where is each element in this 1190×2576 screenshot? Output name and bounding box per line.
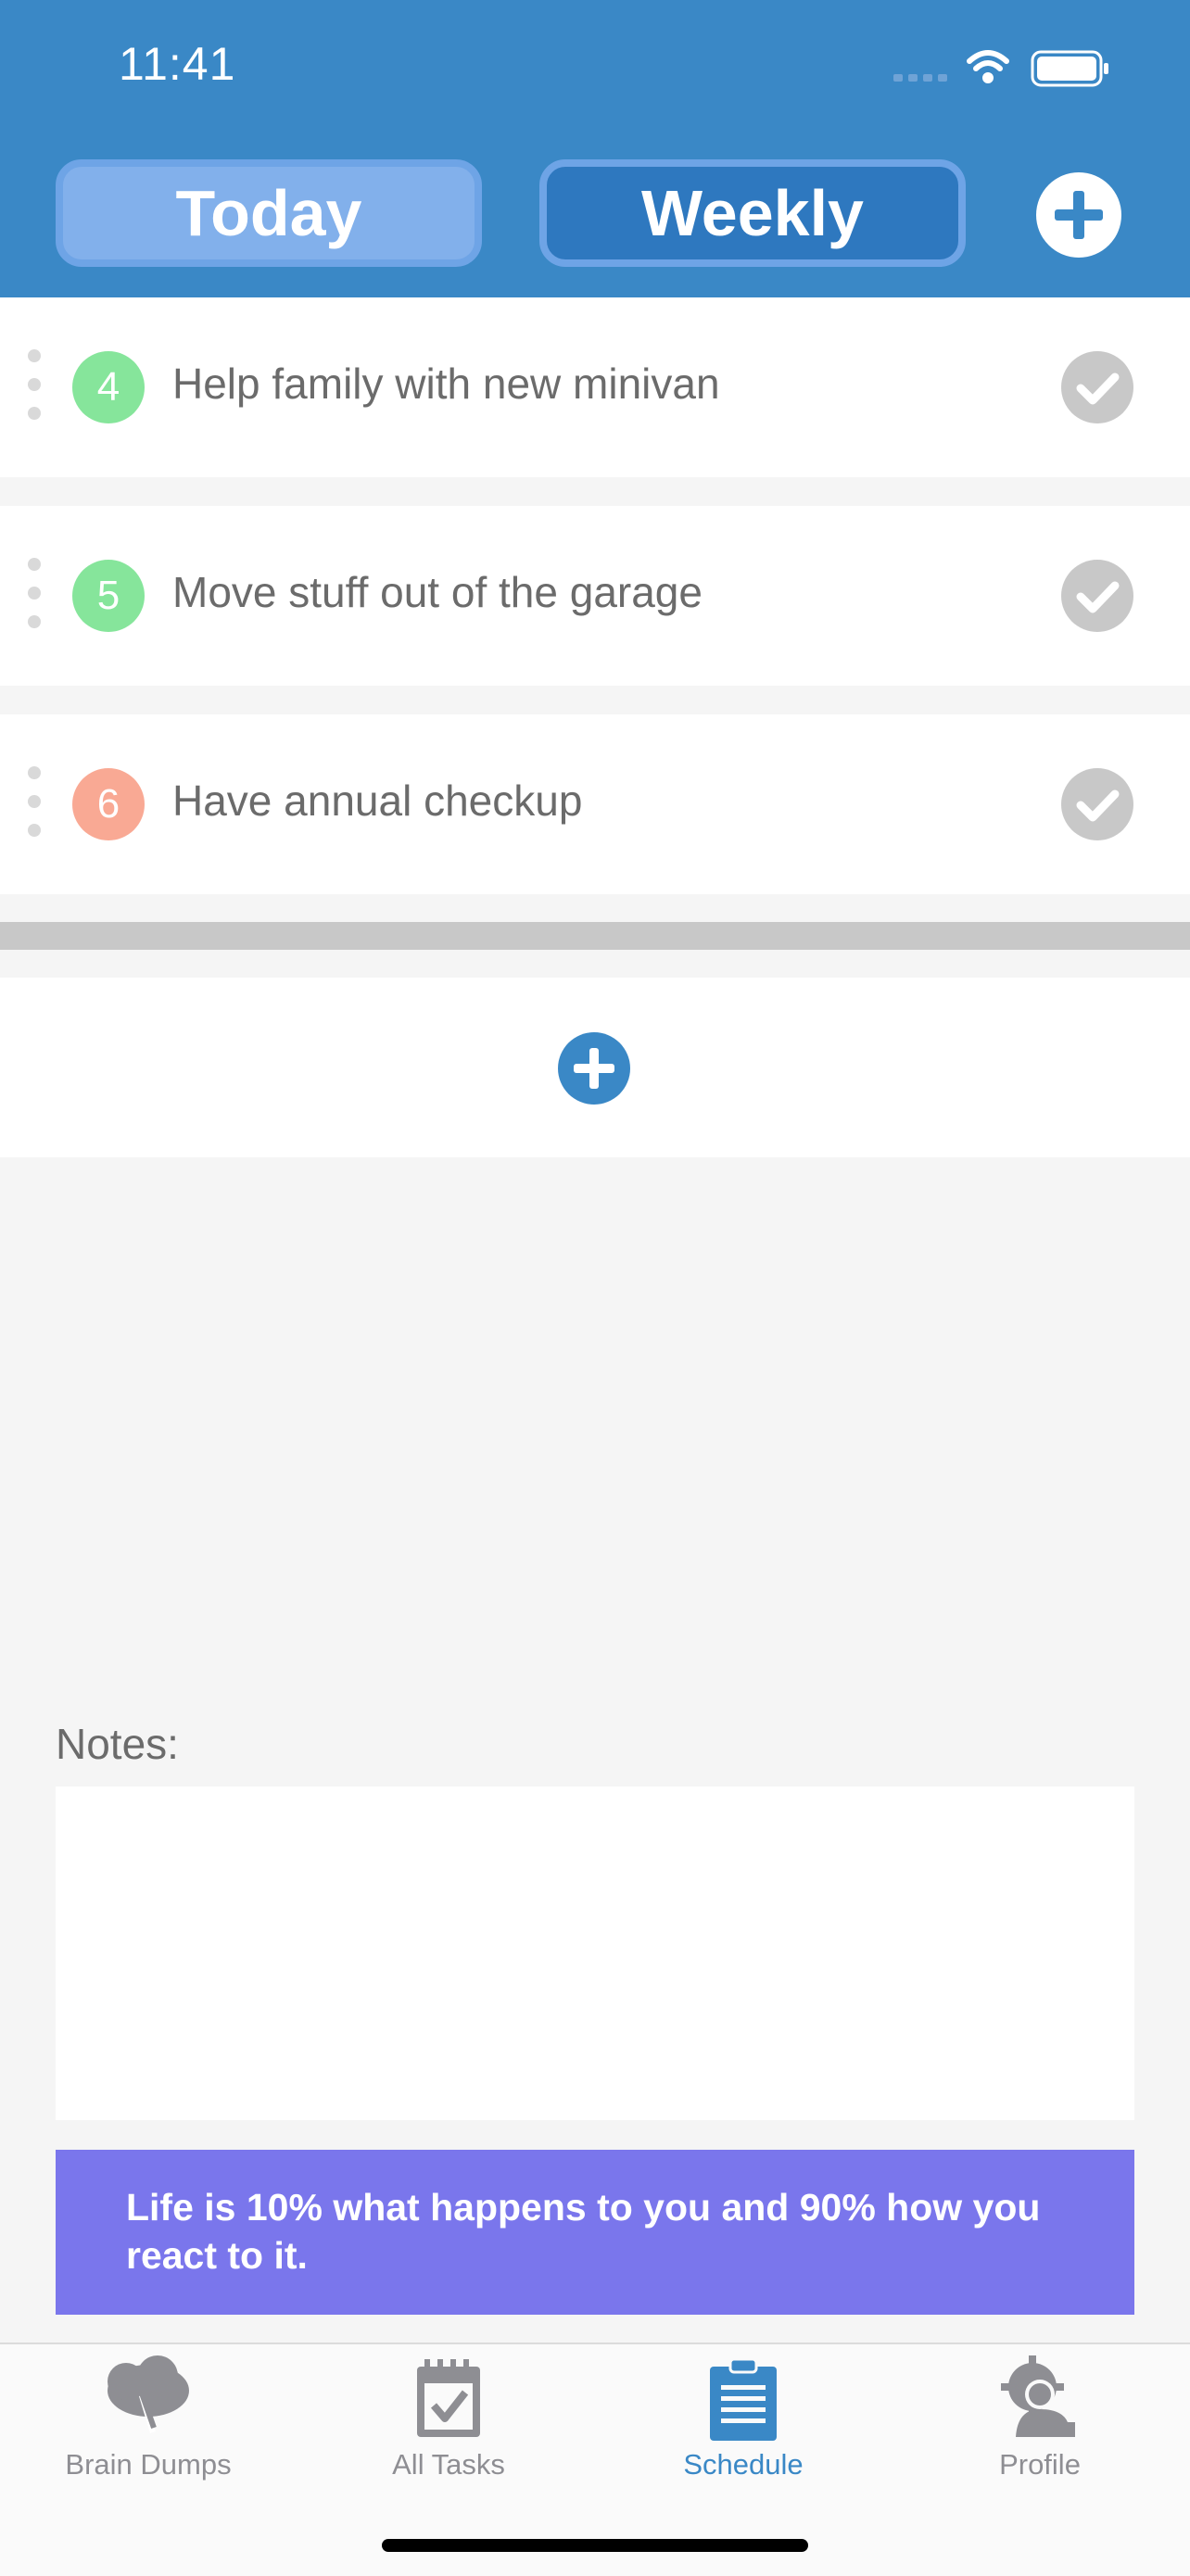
task-number-badge: 6 xyxy=(72,768,145,840)
add-circle-icon[interactable] xyxy=(558,1032,630,1105)
task-number-badge: 5 xyxy=(72,560,145,632)
tab-profile[interactable]: Profile xyxy=(919,2354,1160,2493)
brain-icon xyxy=(108,2355,189,2433)
status-icons xyxy=(893,50,1108,87)
task-title: Move stuff out of the garage xyxy=(172,568,703,616)
checkmark-icon[interactable] xyxy=(1061,560,1133,632)
home-indicator xyxy=(382,2539,808,2552)
tab-schedule[interactable]: Schedule xyxy=(623,2354,864,2493)
tab-weekly-label: Weekly xyxy=(641,177,864,249)
status-time: 11:41 xyxy=(119,38,236,90)
tab-weekly[interactable]: Weekly xyxy=(539,159,966,267)
drag-handle-icon[interactable] xyxy=(28,349,43,423)
task-number-badge: 4 xyxy=(72,351,145,423)
tab-label: Profile xyxy=(999,2448,1081,2481)
signal-icon xyxy=(893,74,947,82)
clipboard-icon xyxy=(710,2357,777,2441)
tab-today[interactable]: Today xyxy=(56,159,482,267)
section-divider xyxy=(0,922,1190,950)
task-title: Help family with new minivan xyxy=(172,360,720,408)
wifi-icon xyxy=(967,50,1009,83)
task-row[interactable]: 5 Move stuff out of the garage xyxy=(0,506,1190,686)
tab-all-tasks[interactable]: All Tasks xyxy=(328,2354,569,2493)
profile-gear-icon xyxy=(1001,2355,1075,2437)
notes-label: Notes: xyxy=(56,1720,179,1768)
notes-field[interactable] xyxy=(56,1787,1134,2120)
drag-handle-icon[interactable] xyxy=(28,558,43,632)
quote-banner: Life is 10% what happens to you and 90% … xyxy=(56,2150,1134,2315)
checkmark-icon[interactable] xyxy=(1061,351,1133,423)
calendar-check-icon xyxy=(417,2359,480,2437)
task-title: Have annual checkup xyxy=(172,777,583,825)
header: 11:41 Today Weekly xyxy=(0,0,1190,297)
add-task-icon[interactable] xyxy=(1036,172,1121,258)
checkmark-icon[interactable] xyxy=(1061,768,1133,840)
tab-label: All Tasks xyxy=(392,2448,505,2481)
tab-brain-dumps[interactable]: Brain Dumps xyxy=(28,2354,269,2493)
task-row[interactable]: 6 Have annual checkup xyxy=(0,714,1190,894)
tab-label: Brain Dumps xyxy=(65,2448,232,2481)
tab-today-label: Today xyxy=(175,177,362,249)
task-row[interactable]: 4 Help family with new minivan xyxy=(0,297,1190,477)
quote-text: Life is 10% what happens to you and 90% … xyxy=(126,2186,1041,2277)
battery-icon xyxy=(1031,50,1108,87)
tab-label: Schedule xyxy=(683,2448,804,2481)
drag-handle-icon[interactable] xyxy=(28,766,43,840)
